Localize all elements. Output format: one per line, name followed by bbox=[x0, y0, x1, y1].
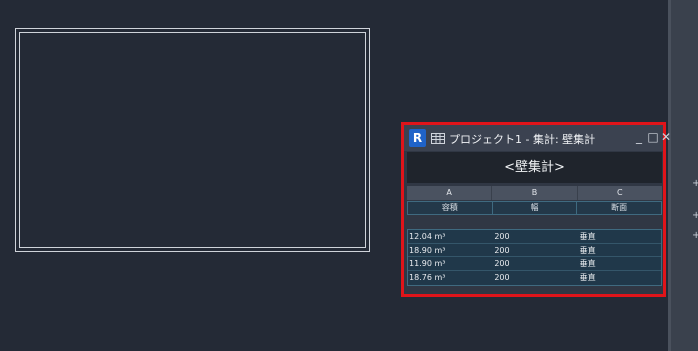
column-header[interactable]: 幅 bbox=[493, 202, 578, 214]
panel-edge bbox=[668, 0, 671, 351]
cell-width[interactable]: 200 bbox=[494, 230, 579, 243]
right-scroll-panel[interactable]: + + + bbox=[668, 0, 698, 351]
cell-width[interactable]: 200 bbox=[494, 244, 579, 257]
table-row[interactable]: 18.76 m³ 200 垂直 bbox=[408, 271, 661, 285]
maximize-icon[interactable]: □ bbox=[647, 130, 659, 144]
cell-width[interactable]: 200 bbox=[494, 271, 579, 285]
table-row[interactable]: 18.90 m³ 200 垂直 bbox=[408, 244, 661, 258]
window-title: プロジェクト1 - 集計: 壁集計 bbox=[449, 133, 596, 146]
column-letter[interactable]: B bbox=[492, 186, 578, 200]
schedule-window[interactable]: R プロジェクト1 - 集計: 壁集計 _ □ ✕ <壁集計> A B C 容積… bbox=[404, 125, 671, 294]
table-row[interactable]: 11.90 m³ 200 垂直 bbox=[408, 257, 661, 272]
cell-section[interactable]: 垂直 bbox=[580, 244, 661, 257]
cell-volume[interactable]: 18.90 m³ bbox=[408, 244, 494, 257]
column-header[interactable]: 断面 bbox=[577, 202, 661, 214]
cell-volume[interactable]: 18.76 m³ bbox=[408, 271, 494, 285]
cell-section[interactable]: 垂直 bbox=[580, 230, 661, 243]
column-letter[interactable]: A bbox=[407, 186, 493, 200]
column-letter[interactable]: C bbox=[578, 186, 662, 200]
schedule-data: 12.04 m³ 200 垂直 18.90 m³ 200 垂直 11.90 m³… bbox=[407, 229, 662, 286]
column-header[interactable]: 容積 bbox=[408, 202, 493, 214]
cell-volume[interactable]: 12.04 m³ bbox=[408, 230, 494, 243]
table-row[interactable]: 12.04 m³ 200 垂直 bbox=[408, 230, 661, 244]
revit-logo-icon: R bbox=[409, 129, 426, 147]
close-icon[interactable]: ✕ bbox=[661, 130, 671, 144]
cell-width[interactable]: 200 bbox=[494, 257, 579, 270]
nav-crosshair-icon: + bbox=[692, 210, 698, 221]
cell-section[interactable]: 垂直 bbox=[580, 271, 661, 285]
schedule-title: <壁集計> bbox=[407, 152, 662, 183]
sheet-inner-border bbox=[19, 32, 366, 248]
nav-crosshair-icon: + bbox=[692, 178, 698, 189]
cell-section[interactable]: 垂直 bbox=[580, 257, 661, 270]
header-row: 容積 幅 断面 bbox=[407, 201, 662, 215]
nav-crosshair-icon: + bbox=[692, 230, 698, 241]
cell-volume[interactable]: 11.90 m³ bbox=[408, 257, 494, 270]
table-icon bbox=[431, 133, 445, 144]
column-letters: A B C bbox=[407, 186, 662, 200]
window-titlebar[interactable]: R プロジェクト1 - 集計: 壁集計 _ □ ✕ bbox=[404, 125, 671, 151]
sheet-border bbox=[15, 28, 370, 252]
minimize-icon[interactable]: _ bbox=[633, 130, 645, 144]
